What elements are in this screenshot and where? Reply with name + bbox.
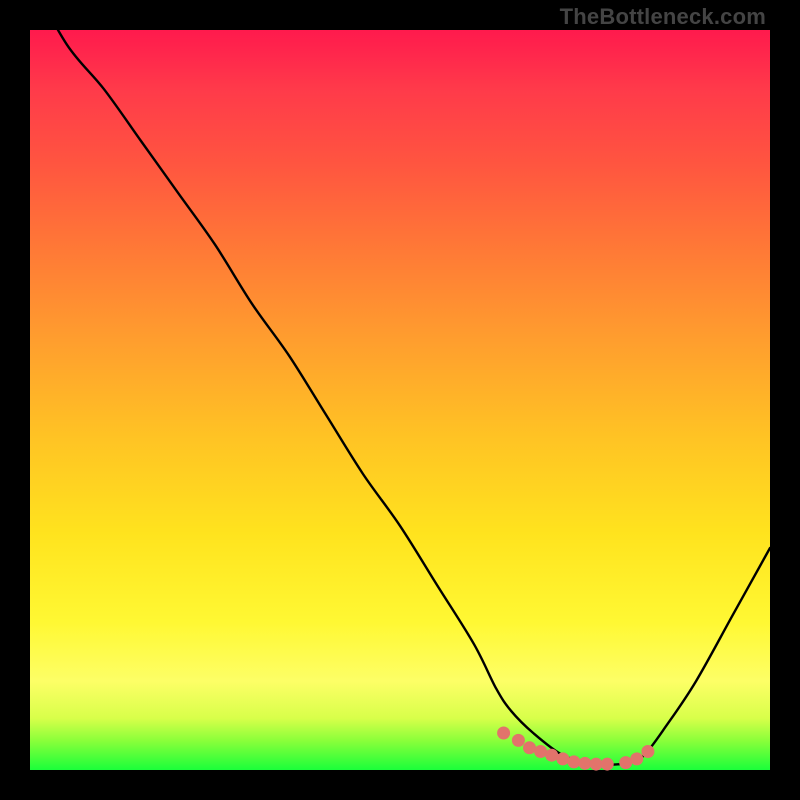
marker-dot bbox=[556, 752, 569, 765]
marker-dot bbox=[601, 758, 614, 771]
chart-frame bbox=[30, 30, 770, 770]
marker-dot bbox=[630, 752, 643, 765]
chart-svg bbox=[30, 30, 770, 770]
marker-dot bbox=[641, 745, 654, 758]
marker-dot bbox=[497, 727, 510, 740]
bottleneck-curve bbox=[30, 0, 770, 765]
plot-area bbox=[30, 30, 770, 770]
watermark-text: TheBottleneck.com bbox=[560, 4, 766, 30]
marker-dot bbox=[590, 758, 603, 771]
marker-dot bbox=[523, 741, 536, 754]
marker-dot bbox=[619, 756, 632, 769]
marker-dot bbox=[545, 749, 558, 762]
marker-dot bbox=[579, 757, 592, 770]
marker-dot bbox=[534, 745, 547, 758]
recommended-range-dots bbox=[497, 727, 654, 771]
marker-dot bbox=[567, 755, 580, 768]
marker-dot bbox=[512, 734, 525, 747]
